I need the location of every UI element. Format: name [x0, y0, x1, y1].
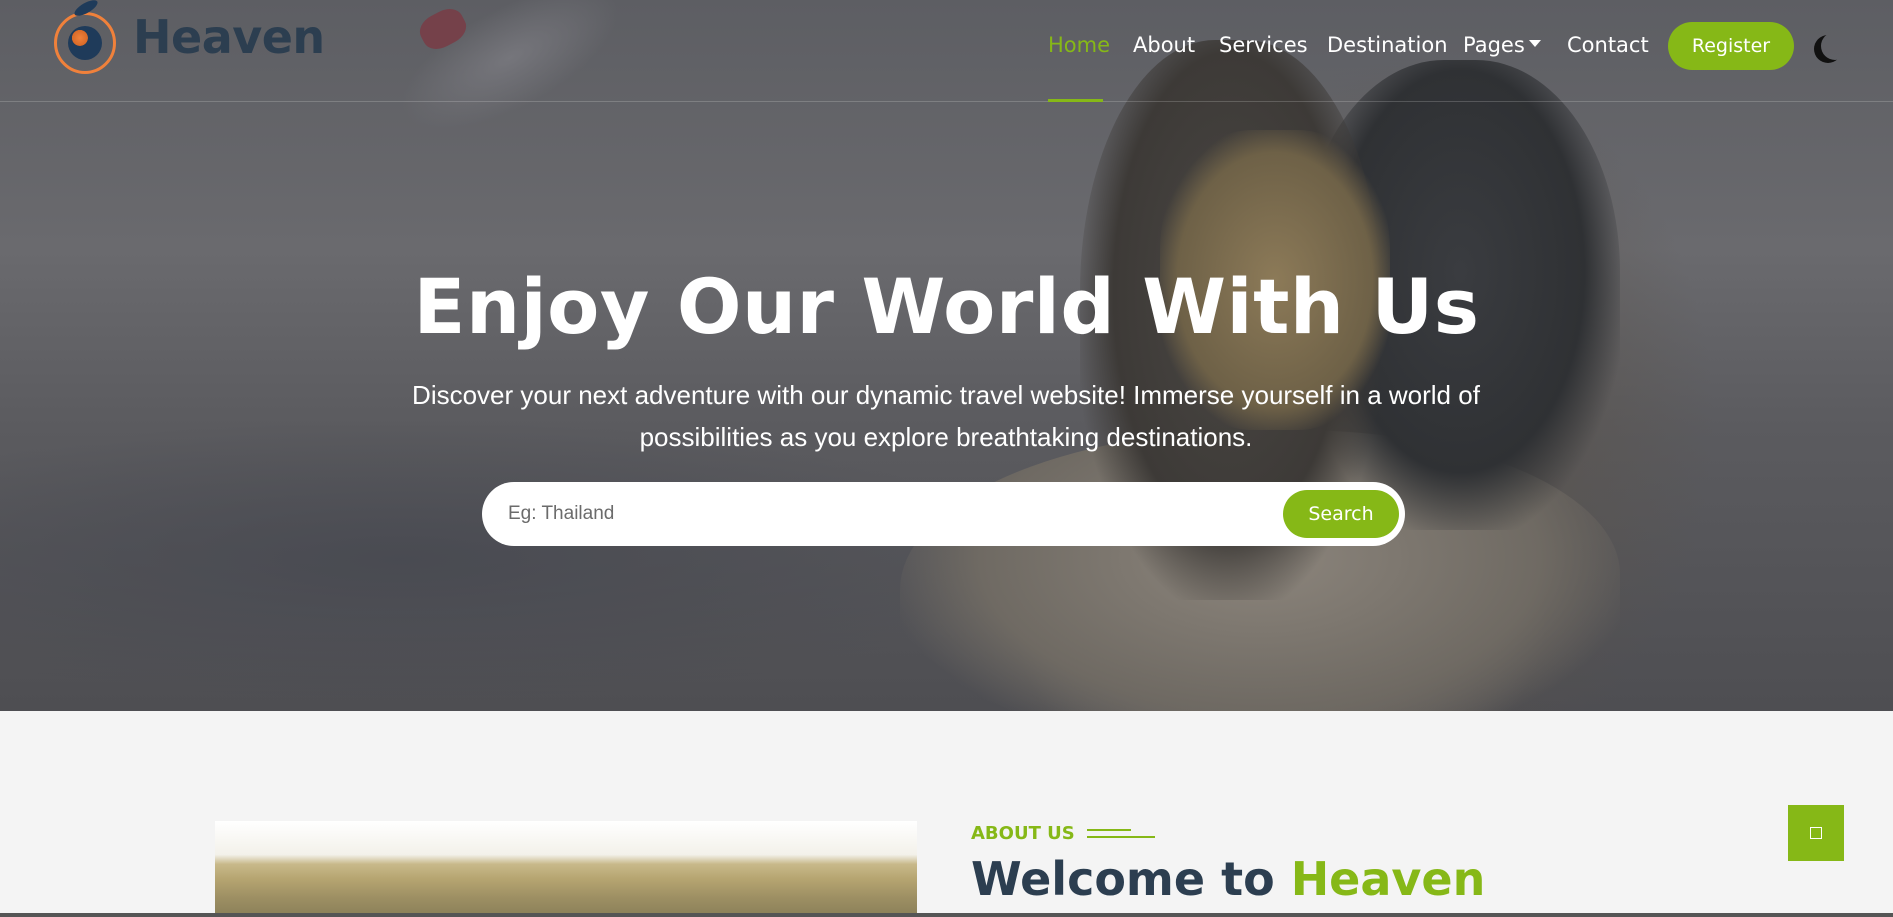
register-button[interactable]: Register [1668, 22, 1794, 70]
about-label-decoration [1087, 829, 1131, 831]
nav-contact[interactable]: Contact [1567, 33, 1649, 57]
nav-destination[interactable]: Destination [1327, 33, 1448, 57]
hero-section [0, 0, 1893, 711]
horizontal-scrollbar[interactable] [0, 913, 1893, 917]
about-title-brand: Heaven [1290, 852, 1486, 906]
globe-plane-logo-icon[interactable] [54, 0, 116, 74]
about-label-decoration-long [1087, 836, 1155, 838]
about-title: Welcome to Heaven [971, 852, 1485, 906]
about-section-label: ABOUT US [971, 823, 1075, 844]
navbar: Heaven Home About Services Destination P… [0, 0, 1893, 102]
nav-active-indicator [1048, 99, 1103, 102]
nav-pages[interactable]: Pages [1463, 33, 1541, 57]
caret-down-icon [1528, 39, 1541, 47]
logo-plane [72, 0, 100, 19]
logo-globe [68, 26, 102, 60]
nav-about[interactable]: About [1133, 33, 1195, 57]
search-button[interactable]: Search [1283, 490, 1399, 538]
hero-search-bar: Search [482, 482, 1405, 546]
arrow-up-icon [1810, 827, 1822, 839]
moon-icon[interactable] [1821, 32, 1849, 60]
hero-title: Enjoy Our World With Us [413, 262, 1480, 351]
destination-search-input[interactable] [508, 482, 1228, 546]
hero-subtitle: Discover your next adventure with our dy… [412, 380, 1480, 452]
brand-name[interactable]: Heaven [133, 10, 325, 64]
about-title-prefix: Welcome to [971, 852, 1291, 906]
nav-services[interactable]: Services [1219, 33, 1308, 57]
back-to-top-button[interactable] [1788, 805, 1844, 861]
about-image [215, 821, 917, 917]
nav-pages-label: Pages [1463, 33, 1525, 57]
nav-home[interactable]: Home [1048, 33, 1110, 57]
